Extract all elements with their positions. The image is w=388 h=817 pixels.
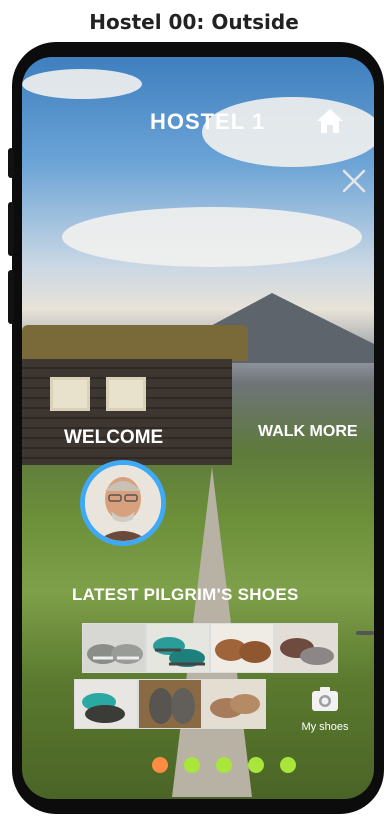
- shoe-thumbnail[interactable]: [146, 623, 210, 673]
- grass-roof: [22, 325, 248, 361]
- shoe-thumbnail[interactable]: [274, 623, 338, 673]
- screen-title: Hostel 00: Outside: [89, 10, 299, 34]
- cloud: [62, 207, 362, 267]
- phone-side-button: [8, 270, 14, 324]
- close-icon[interactable]: [340, 167, 368, 195]
- my-shoes-label: My shoes: [301, 721, 349, 733]
- page-dot[interactable]: [280, 757, 296, 773]
- my-shoes-button[interactable]: My shoes: [290, 685, 360, 741]
- house-window: [106, 377, 146, 411]
- page-dot[interactable]: [216, 757, 232, 773]
- gallery-scroll-handle[interactable]: [356, 631, 374, 635]
- hostel-title: HOSTEL 1: [150, 109, 266, 134]
- phone-side-button: [8, 202, 14, 256]
- house-walls: [22, 359, 232, 465]
- shoe-thumbnail[interactable]: [82, 623, 146, 673]
- house-window: [50, 377, 90, 411]
- shoe-thumbnail[interactable]: [202, 679, 266, 729]
- shoe-thumbnail[interactable]: [210, 623, 274, 673]
- page-dot[interactable]: [184, 757, 200, 773]
- camera-icon: [310, 685, 340, 713]
- welcome-label: WELCOME: [64, 427, 164, 448]
- hostel-screen: HOSTEL 1 WELCOME WALK MORE LATEST PILGRI…: [22, 57, 374, 799]
- latest-shoes-heading: LATEST PILGRIM'S SHOES: [72, 585, 299, 604]
- walk-more-button[interactable]: WALK MORE: [258, 423, 358, 441]
- avatar[interactable]: [80, 460, 166, 546]
- shoe-thumbnail[interactable]: [74, 679, 138, 729]
- page-dot-active[interactable]: [152, 757, 168, 773]
- shoe-thumbnail[interactable]: [138, 679, 202, 729]
- page-dot[interactable]: [248, 757, 264, 773]
- phone-side-button: [8, 148, 14, 178]
- cloud: [22, 69, 142, 99]
- home-icon[interactable]: [315, 107, 345, 135]
- pagination-dots: [152, 757, 302, 773]
